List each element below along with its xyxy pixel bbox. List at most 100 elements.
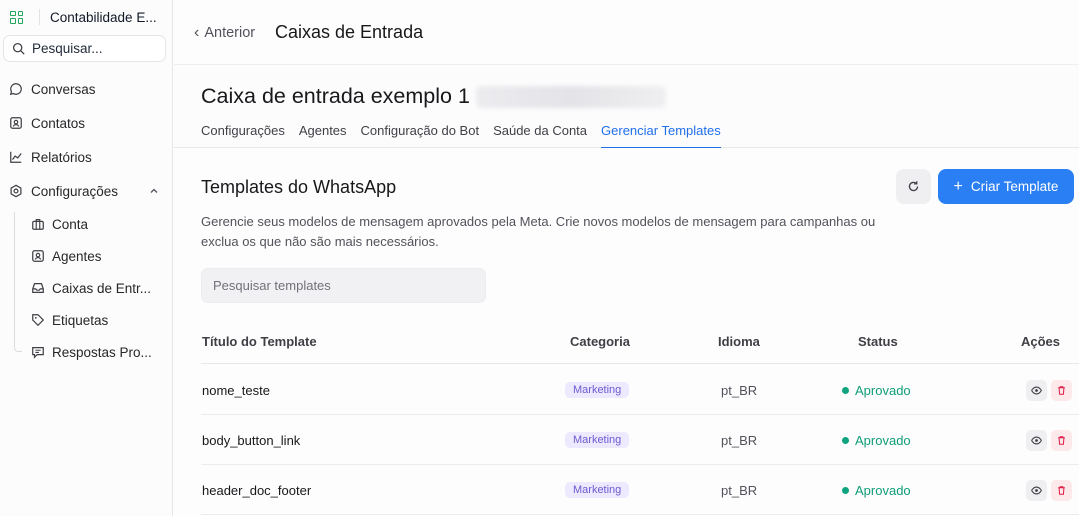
language-cell: pt_BR	[721, 382, 758, 398]
trash-icon	[1058, 385, 1065, 395]
category-badge: Marketing	[565, 482, 630, 498]
refresh-button[interactable]	[896, 169, 931, 204]
delete-template-button[interactable]	[1051, 429, 1072, 451]
view-template-button[interactable]	[1026, 479, 1047, 501]
tab-configuracoes[interactable]: Configurações	[201, 123, 285, 148]
page-title: Caixas de Entrada	[275, 22, 424, 42]
sidebar-subitem-label: Caixas de Entr...	[52, 280, 152, 296]
inbox-title: Caixa de entrada exemplo 1	[201, 84, 666, 109]
plus-icon: +	[953, 177, 963, 195]
back-label: Anterior	[204, 25, 256, 41]
view-template-button[interactable]	[1026, 379, 1047, 401]
sidebar-subitem-label: Agentes	[52, 248, 102, 264]
table-row: header_doc_footer Marketing pt_BR Aprova…	[201, 465, 1079, 515]
account-name: Contabilidade E...	[50, 9, 157, 25]
sidebar-item-label: Conversas	[31, 81, 96, 97]
category-cell: Marketing	[565, 365, 630, 415]
tag-icon	[31, 313, 45, 327]
inbox-phone-redacted	[475, 86, 666, 109]
actions-cell	[1022, 415, 1072, 465]
language-cell: pt_BR	[721, 432, 758, 448]
sidebar-subitem-respostas[interactable]: Respostas Pro...	[31, 342, 152, 362]
status-label: Aprovado	[855, 432, 911, 448]
category-cell: Marketing	[565, 465, 630, 515]
sidebar-subitem-agentes[interactable]: Agentes	[31, 246, 102, 266]
actions-cell	[1022, 365, 1072, 415]
brand-logo-icon	[10, 10, 23, 24]
briefcase-icon	[31, 217, 45, 231]
brand-divider	[39, 9, 40, 25]
contact-card-icon	[9, 116, 23, 130]
delete-template-button[interactable]	[1051, 379, 1072, 401]
inbox-tabs: Configurações Agentes Configuração do Bo…	[201, 123, 735, 148]
column-header-status: Status	[858, 334, 898, 349]
sidebar-subitem-caixas[interactable]: Caixas de Entr...	[31, 278, 151, 298]
sidebar-item-relatorios[interactable]: Relatórios	[9, 147, 159, 167]
sidebar-subitem-label: Etiquetas	[52, 312, 109, 328]
section-description: Gerencie seus modelos de mensagem aprova…	[201, 214, 876, 249]
trash-icon	[1058, 485, 1065, 495]
canned-response-icon	[31, 345, 45, 359]
table-row: body_button_link Marketing pt_BR Aprovad…	[201, 415, 1079, 465]
actions-cell	[1022, 465, 1072, 515]
column-header-title: Título do Template	[202, 334, 317, 349]
eye-icon	[1031, 486, 1042, 494]
template-name: nome_teste	[202, 382, 270, 398]
create-template-label: Criar Template	[970, 179, 1059, 194]
brand[interactable]: Contabilidade E...	[10, 8, 157, 26]
eye-icon	[1031, 386, 1042, 394]
status-badge: Aprovado	[842, 365, 911, 415]
inbox-name: Caixa de entrada exemplo 1	[201, 84, 470, 108]
template-search-input[interactable]: Pesquisar templates	[201, 268, 486, 303]
tab-saude-conta[interactable]: Saúde da Conta	[493, 123, 587, 148]
chevron-up-icon[interactable]	[149, 184, 159, 199]
chat-bubble-icon	[9, 82, 23, 96]
sidebar-subitem-etiquetas[interactable]: Etiquetas	[31, 310, 108, 330]
status-dot	[842, 386, 849, 394]
sidebar-subitem-label: Respostas Pro...	[52, 344, 152, 360]
status-dot	[842, 486, 849, 494]
sidebar-item-contatos[interactable]: Contatos	[9, 113, 159, 133]
sidebar-item-configuracoes[interactable]: Configurações	[9, 181, 159, 201]
table-row: nome_teste Marketing pt_BR Aprovado	[201, 365, 1079, 415]
column-header-category: Categoria	[570, 334, 630, 349]
sidebar-search[interactable]: Pesquisar...	[3, 35, 166, 62]
sidebar-subitem-label: Conta	[52, 216, 89, 232]
main-content: ‹ Anterior Caixas de Entrada Caixa de en…	[174, 0, 1079, 516]
status-badge: Aprovado	[842, 415, 911, 465]
status-badge: Aprovado	[842, 465, 911, 515]
status-label: Aprovado	[855, 382, 911, 398]
template-name: body_button_link	[202, 432, 301, 448]
trash-icon	[1058, 435, 1065, 445]
inbox-header: Caixa de entrada exemplo 1 Configurações…	[174, 65, 1079, 148]
tab-configuracao-bot[interactable]: Configuração do Bot	[361, 123, 480, 148]
column-header-language: Idioma	[718, 334, 760, 349]
view-template-button[interactable]	[1026, 429, 1047, 451]
delete-template-button[interactable]	[1051, 479, 1072, 501]
category-badge: Marketing	[565, 432, 630, 448]
sidebar: Contabilidade E... Pesquisar... Conversa…	[0, 0, 173, 516]
sidebar-item-conversas[interactable]: Conversas	[9, 79, 159, 99]
inbox-icon	[31, 281, 45, 295]
status-label: Aprovado	[855, 482, 911, 498]
search-label: Pesquisar...	[32, 41, 103, 56]
sidebar-item-label: Relatórios	[31, 149, 92, 165]
template-name: header_doc_footer	[202, 482, 312, 498]
sidebar-subitem-conta[interactable]: Conta	[31, 214, 88, 234]
section-title: Templates do WhatsApp	[201, 177, 397, 197]
language-cell: pt_BR	[721, 482, 758, 498]
agent-card-icon	[31, 249, 45, 263]
line-chart-icon	[9, 150, 23, 164]
column-header-actions: Ações	[1021, 334, 1061, 349]
refresh-icon	[908, 181, 919, 192]
eye-icon	[1031, 436, 1042, 444]
back-button[interactable]: ‹ Anterior	[194, 24, 255, 42]
create-template-button[interactable]: + Criar Template	[938, 169, 1074, 204]
tab-agentes[interactable]: Agentes	[299, 123, 347, 148]
search-icon	[12, 42, 25, 55]
tab-gerenciar-templates[interactable]: Gerenciar Templates	[601, 123, 721, 148]
table-header: Título do Template Categoria Idioma Stat…	[201, 330, 1079, 364]
top-bar: ‹ Anterior Caixas de Entrada	[174, 0, 1079, 65]
subnav-line	[14, 212, 22, 352]
gear-icon	[9, 184, 23, 198]
